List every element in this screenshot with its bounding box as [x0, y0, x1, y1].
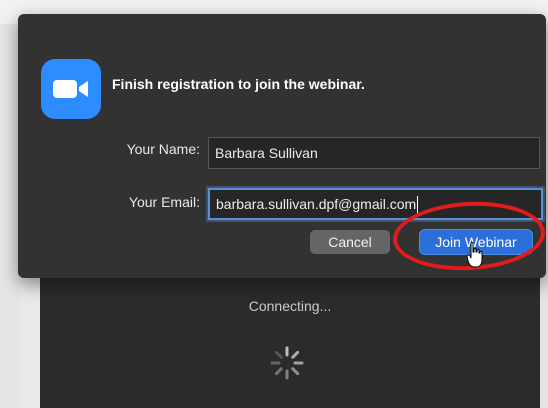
connecting-window: Connecting... [40, 270, 540, 408]
background-left-strip [0, 24, 20, 408]
name-field[interactable]: Barbara Sullivan [208, 137, 540, 169]
mouse-pointer-icon [466, 242, 483, 268]
name-field-value: Barbara Sullivan [215, 145, 318, 161]
zoom-logo [41, 59, 101, 119]
cancel-button[interactable]: Cancel [310, 230, 390, 254]
email-field-value: barbara.sullivan.dpf@gmail.com [216, 196, 417, 212]
email-label: Your Email: [128, 194, 200, 210]
zoom-camera-icon [53, 80, 88, 98]
name-label: Your Name: [126, 141, 200, 157]
dialog-title: Finish registration to join the webinar. [112, 76, 365, 92]
loading-spinner-icon [270, 346, 304, 380]
connecting-status-text: Connecting... [248, 298, 332, 314]
